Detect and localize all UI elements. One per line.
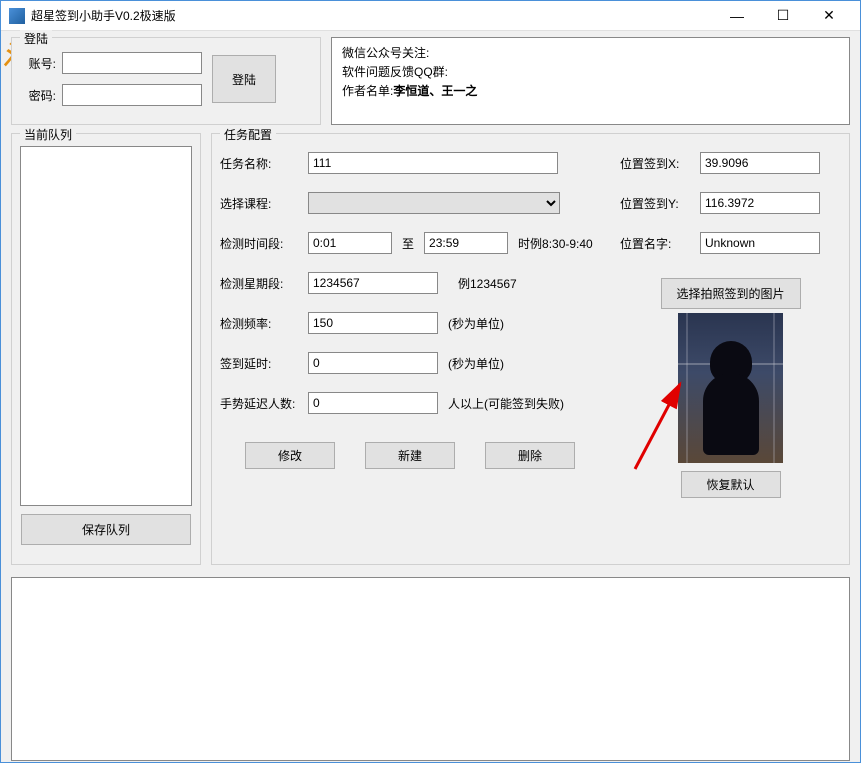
account-label: 账号: bbox=[20, 55, 56, 72]
delete-button[interactable]: 删除 bbox=[485, 442, 575, 469]
info-line3: 作者名单:李恒道、王一之 bbox=[342, 82, 839, 101]
app-icon bbox=[9, 8, 25, 24]
titlebar: 超星签到小助手V0.2极速版 — ☐ ✕ bbox=[1, 1, 860, 31]
freq-input[interactable] bbox=[308, 312, 438, 334]
gesture-input[interactable] bbox=[308, 392, 438, 414]
select-photo-button[interactable]: 选择拍照签到的图片 bbox=[661, 278, 801, 309]
password-input[interactable] bbox=[62, 84, 202, 106]
locy-input[interactable] bbox=[700, 192, 820, 214]
login-legend: 登陆 bbox=[20, 30, 52, 47]
locx-label: 位置签到X: bbox=[620, 155, 690, 172]
locx-input[interactable] bbox=[700, 152, 820, 174]
task-name-input[interactable] bbox=[308, 152, 558, 174]
freq-label: 检测频率: bbox=[220, 315, 298, 332]
info-line1: 微信公众号关注: bbox=[342, 44, 839, 63]
info-line2: 软件问题反馈QQ群: bbox=[342, 63, 839, 82]
modify-button[interactable]: 修改 bbox=[245, 442, 335, 469]
locname-label: 位置名字: bbox=[620, 235, 690, 252]
account-input[interactable] bbox=[62, 52, 202, 74]
course-select[interactable] bbox=[308, 192, 560, 214]
delay-label: 签到延时: bbox=[220, 355, 298, 372]
queue-legend: 当前队列 bbox=[20, 126, 76, 143]
gesture-label: 手势延迟人数: bbox=[220, 395, 298, 412]
time-to-label: 至 bbox=[402, 235, 414, 252]
time-to-input[interactable] bbox=[424, 232, 508, 254]
task-group: 任务配置 任务名称: 选择课程: 检测时间段: bbox=[211, 133, 850, 565]
time-hint: 时例8:30-9:40 bbox=[518, 235, 593, 252]
time-label: 检测时间段: bbox=[220, 235, 298, 252]
login-button[interactable]: 登陆 bbox=[212, 55, 276, 103]
window-title: 超星签到小助手V0.2极速版 bbox=[31, 7, 714, 24]
new-button[interactable]: 新建 bbox=[365, 442, 455, 469]
queue-group: 当前队列 保存队列 bbox=[11, 133, 201, 565]
info-panel: 微信公众号关注: 软件问题反馈QQ群: 作者名单:李恒道、王一之 bbox=[331, 37, 850, 125]
task-legend: 任务配置 bbox=[220, 126, 276, 143]
task-name-label: 任务名称: bbox=[220, 155, 298, 172]
restore-default-button[interactable]: 恢复默认 bbox=[681, 471, 781, 498]
gesture-hint: 人以上(可能签到失败) bbox=[448, 395, 564, 412]
minimize-button[interactable]: — bbox=[714, 1, 760, 31]
password-label: 密码: bbox=[20, 87, 56, 104]
delay-input[interactable] bbox=[308, 352, 438, 374]
locname-input[interactable] bbox=[700, 232, 820, 254]
log-output[interactable] bbox=[11, 577, 850, 761]
maximize-button[interactable]: ☐ bbox=[760, 1, 806, 31]
delay-hint: (秒为单位) bbox=[448, 355, 504, 372]
week-hint: 例1234567 bbox=[458, 275, 517, 292]
time-from-input[interactable] bbox=[308, 232, 392, 254]
photo-preview bbox=[678, 313, 783, 463]
locy-label: 位置签到Y: bbox=[620, 195, 690, 212]
login-group: 登陆 账号: 密码: 登陆 bbox=[11, 37, 321, 125]
week-input[interactable] bbox=[308, 272, 438, 294]
freq-hint: (秒为单位) bbox=[448, 315, 504, 332]
queue-list[interactable] bbox=[20, 146, 192, 506]
close-button[interactable]: ✕ bbox=[806, 1, 852, 31]
week-label: 检测星期段: bbox=[220, 275, 298, 292]
save-queue-button[interactable]: 保存队列 bbox=[21, 514, 191, 545]
course-label: 选择课程: bbox=[220, 195, 298, 212]
